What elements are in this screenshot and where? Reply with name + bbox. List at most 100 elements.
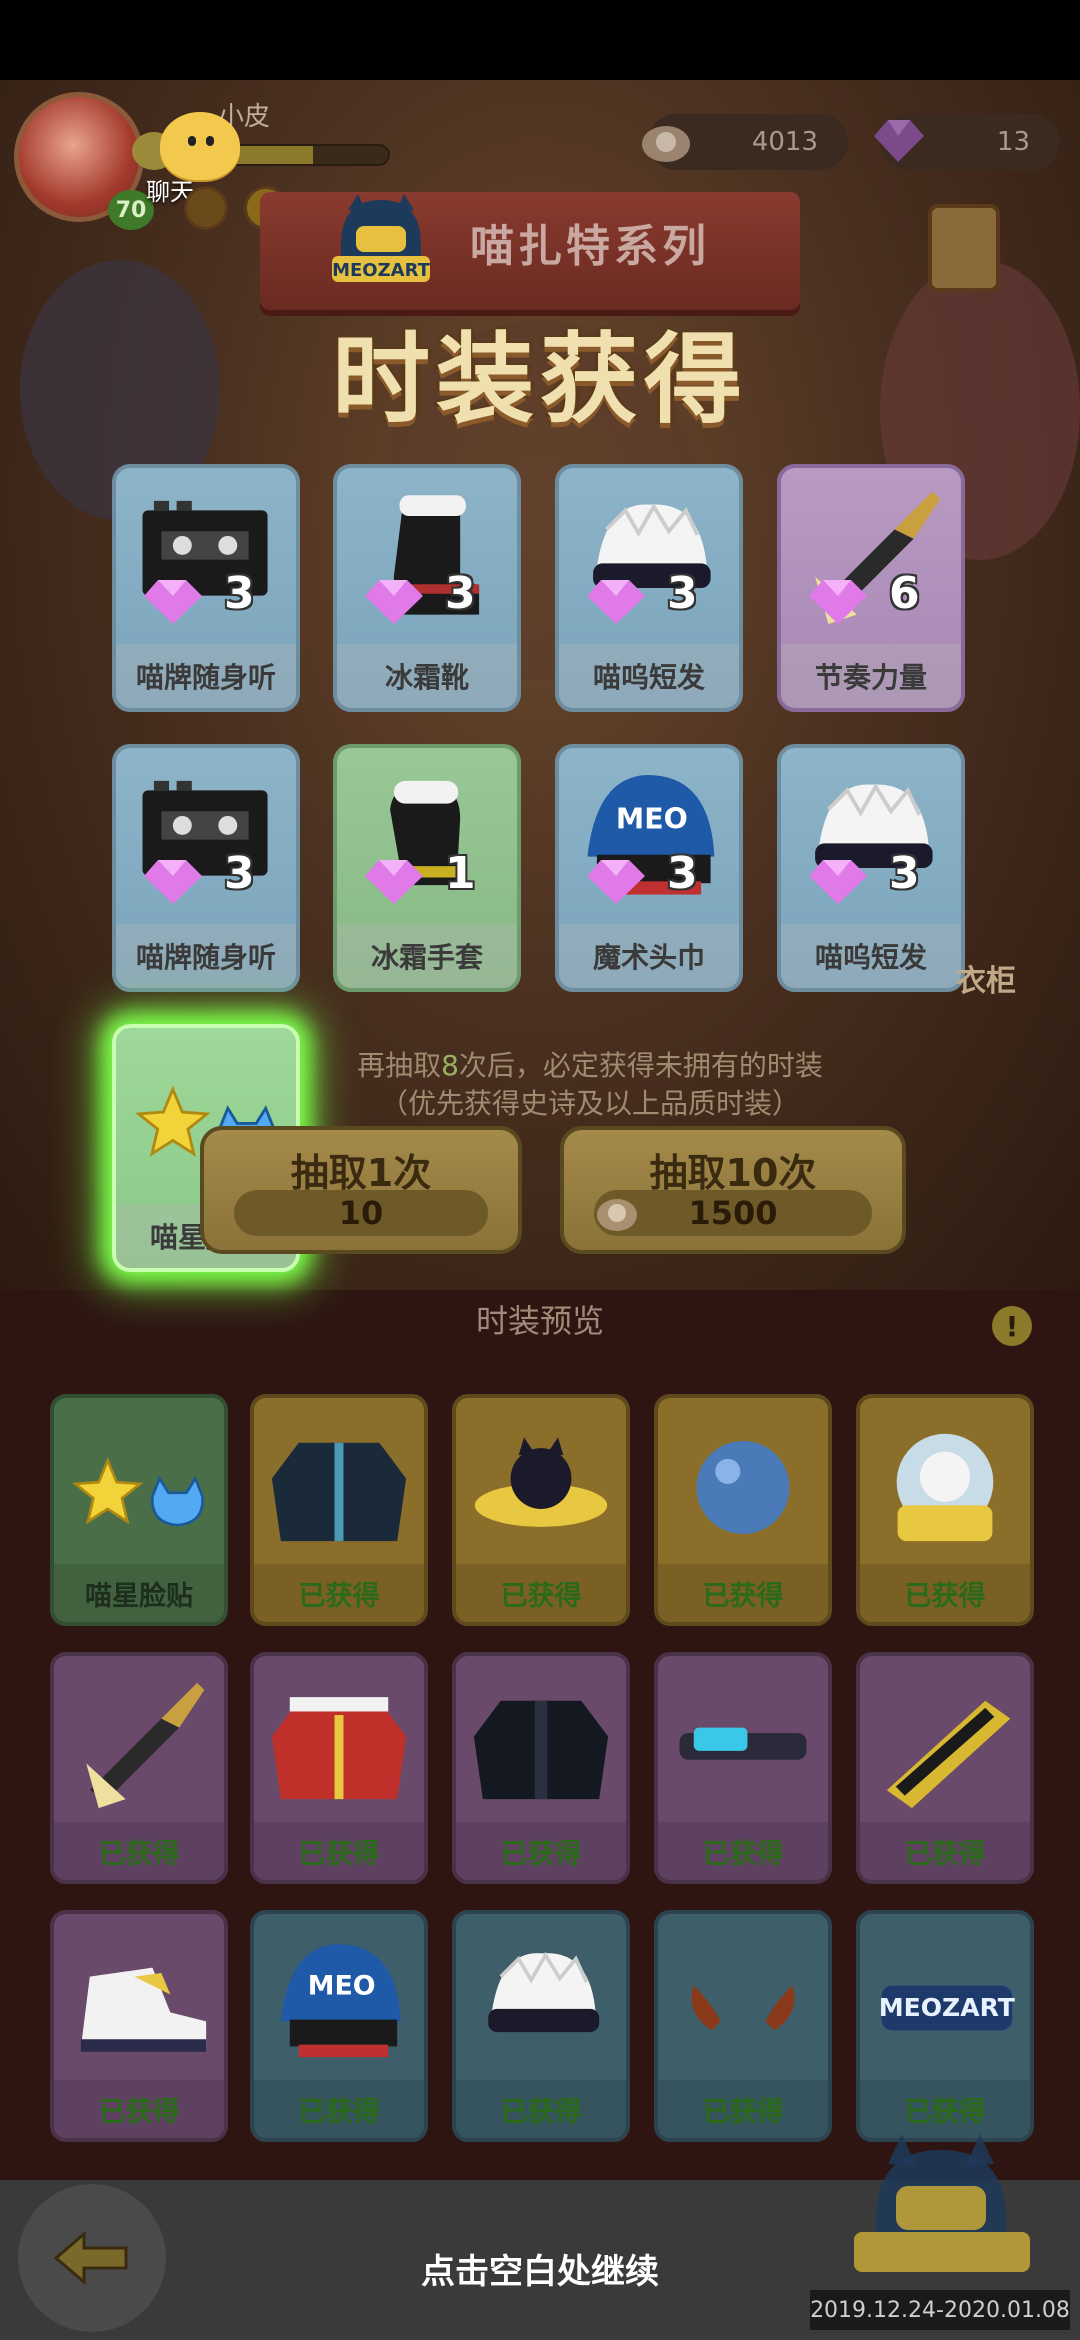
- gem-icon: [874, 120, 924, 162]
- meozart-logo-icon: MEOZART: [879, 1985, 1015, 2031]
- scroll-quest-button[interactable]: [928, 204, 1000, 292]
- preview-item[interactable]: 已获得: [250, 1652, 428, 1884]
- cat-capsule-icon: [896, 1433, 994, 1542]
- gem-icon: [144, 580, 202, 624]
- reward-count: 3: [445, 568, 476, 619]
- reward-card[interactable]: 3 冰霜靴: [333, 464, 521, 712]
- gem-icon: [144, 860, 202, 904]
- reward-count: 1: [445, 848, 476, 899]
- black-jacket-icon: [473, 1700, 609, 1800]
- preview-item[interactable]: 已获得: [250, 1394, 428, 1626]
- reward-count: 3: [667, 568, 698, 619]
- reward-card[interactable]: MEO 3 魔术头巾: [555, 744, 743, 992]
- reward-card[interactable]: 3 喵牌随身听: [112, 464, 300, 712]
- preview-item-label: 已获得: [456, 2080, 626, 2138]
- main-title: 时装获得: [331, 323, 748, 437]
- reward-count: 6: [889, 568, 920, 619]
- svg-text:MEO: MEO: [308, 1971, 376, 2002]
- preview-item[interactable]: 已获得: [654, 1394, 832, 1626]
- gem-icon: [587, 860, 645, 904]
- reward-name: 冰霜靴: [337, 644, 517, 708]
- reward-count: 3: [889, 848, 920, 899]
- coin-amount: 4013: [751, 127, 818, 157]
- preview-item-label: 已获得: [456, 1564, 626, 1622]
- preview-item-label: 已获得: [254, 1564, 424, 1622]
- preview-item[interactable]: 喵星脸贴: [50, 1394, 228, 1626]
- reward-card[interactable]: 3 喵呜短发: [555, 464, 743, 712]
- preview-item[interactable]: MEO 已获得: [250, 1910, 428, 2142]
- pity-hint-suffix: 次后，必定获得未拥有的时装: [458, 1049, 823, 1082]
- face-sticker-icon: [71, 1457, 204, 1527]
- pearl-shell-icon: [642, 126, 690, 162]
- wardrobe-button[interactable]: 衣柜: [956, 956, 1016, 1000]
- svg-text:MEO: MEO: [616, 802, 688, 835]
- reward-card[interactable]: 1 冰霜手套: [333, 744, 521, 992]
- meozart-corner-logo-icon: [854, 2134, 1030, 2272]
- visor-glasses-icon: [679, 1727, 807, 1760]
- chat-button[interactable]: [160, 112, 240, 180]
- preview-item-label: 已获得: [254, 2080, 424, 2138]
- gem-icon: [809, 860, 867, 904]
- antlers-icon: [691, 1985, 795, 2031]
- red-coat-icon: [271, 1697, 407, 1800]
- preview-item[interactable]: 已获得: [452, 1910, 630, 2142]
- reward-name: 喵呜短发: [781, 924, 961, 988]
- preview-item-label: 喵星脸贴: [54, 1564, 224, 1622]
- sneaker-icon: [80, 1967, 207, 2052]
- reward-count: 3: [224, 848, 255, 899]
- preview-item[interactable]: 已获得: [654, 1652, 832, 1884]
- preview-item-label: 已获得: [54, 1822, 224, 1880]
- svg-text:MEOZART: MEOZART: [879, 1993, 1015, 2022]
- reward-name: 喵呜短发: [559, 644, 739, 708]
- preview-item[interactable]: MEOZART 已获得: [856, 1910, 1034, 2142]
- badge-icon[interactable]: [184, 186, 228, 230]
- preview-item[interactable]: 已获得: [452, 1652, 630, 1884]
- preview-item-label: 已获得: [860, 1564, 1030, 1622]
- reward-card[interactable]: 3 喵呜短发: [777, 744, 965, 992]
- series-title: 喵扎特系列: [470, 221, 710, 272]
- preview-item[interactable]: 已获得: [856, 1394, 1034, 1626]
- reward-count: 3: [224, 568, 255, 619]
- reward-card[interactable]: 6 节奏力量: [777, 464, 965, 712]
- preview-title: 时装预览: [475, 1302, 604, 1340]
- preview-item[interactable]: 已获得: [452, 1394, 630, 1626]
- guitar-icon: [86, 1682, 205, 1809]
- draw-once-cost: 10: [234, 1190, 488, 1236]
- reward-name: 节奏力量: [781, 644, 961, 708]
- chat-eye-icon: [188, 136, 196, 146]
- gem-icon: [587, 580, 645, 624]
- pity-hint: 再抽取8次后，必定获得未拥有的时装: [0, 1044, 1080, 1084]
- preview-item-label: 已获得: [658, 1822, 828, 1880]
- preview-item[interactable]: 已获得: [654, 1910, 832, 2142]
- bandana-icon: MEO: [280, 1944, 401, 2058]
- event-date-range: 2019.12.24-2020.01.08: [810, 2290, 1070, 2330]
- reward-card[interactable]: 3 喵牌随身听: [112, 744, 300, 992]
- preview-item-label: 已获得: [456, 1822, 626, 1880]
- ufo-cat-icon: [474, 1437, 608, 1527]
- reward-name: 冰霜手套: [337, 924, 517, 988]
- pearl-shell-icon: [597, 1199, 637, 1231]
- reward-count: 3: [667, 848, 698, 899]
- preview-item[interactable]: 已获得: [50, 1910, 228, 2142]
- xp-bar: [220, 144, 390, 166]
- pity-hint-number: 8: [441, 1049, 459, 1082]
- preview-item-label: 已获得: [254, 1822, 424, 1880]
- reward-name: 喵牌随身听: [116, 644, 296, 708]
- chat-eye-icon: [206, 136, 214, 146]
- reward-name: 喵牌随身听: [116, 924, 296, 988]
- svg-text:MEOZART: MEOZART: [332, 260, 431, 281]
- white-hair-icon: [488, 1951, 600, 2033]
- status-bar: [0, 0, 1080, 80]
- gem-icon: [365, 580, 423, 624]
- preview-item[interactable]: 已获得: [856, 1652, 1034, 1884]
- jacket-icon: [271, 1442, 407, 1542]
- keytar-icon: [886, 1700, 1011, 1809]
- blue-ball-icon: [696, 1440, 790, 1534]
- gem-icon: [809, 580, 867, 624]
- gacha-result-screen: { "header": { "player_name": "小皮", "leve…: [0, 0, 1080, 2340]
- gem-amount: 13: [996, 127, 1030, 157]
- info-icon[interactable]: !: [992, 1306, 1032, 1346]
- draw-once-button[interactable]: 抽取1次 10: [200, 1126, 522, 1254]
- preview-item[interactable]: 已获得: [50, 1652, 228, 1884]
- preview-item-label: 已获得: [860, 1822, 1030, 1880]
